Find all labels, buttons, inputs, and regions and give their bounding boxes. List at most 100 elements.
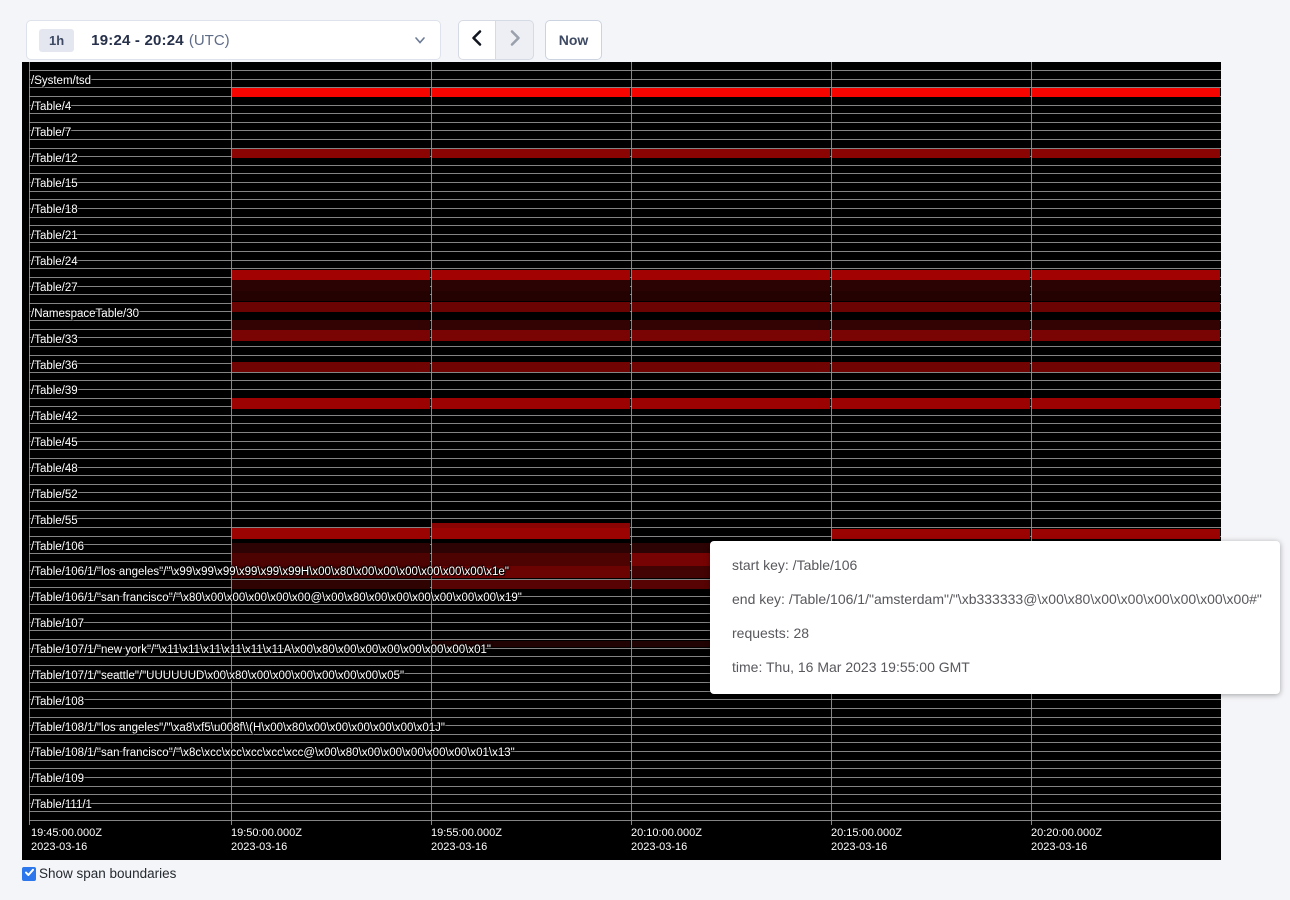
heat-band[interactable]	[832, 291, 1030, 301]
row-label: /Table/108	[31, 696, 84, 709]
span-boundary-line	[29, 113, 1221, 114]
heat-band[interactable]	[232, 580, 430, 589]
show-span-boundaries-control[interactable]: Show span boundaries	[22, 866, 176, 881]
span-boundary-line	[29, 475, 1221, 476]
heat-band[interactable]	[632, 149, 830, 158]
span-boundary-line	[29, 199, 1221, 200]
span-boundary-line	[29, 191, 1221, 192]
heat-band[interactable]	[432, 580, 630, 589]
heat-band[interactable]	[232, 528, 430, 539]
heat-band[interactable]	[1032, 291, 1220, 301]
heat-band[interactable]	[432, 528, 630, 539]
heat-band[interactable]	[832, 88, 1030, 97]
heat-band[interactable]	[432, 330, 630, 341]
heat-band[interactable]	[432, 149, 630, 158]
heat-band[interactable]	[1032, 149, 1220, 158]
row-label: /Table/12	[31, 153, 78, 166]
heat-band[interactable]	[232, 291, 430, 301]
heat-band[interactable]	[832, 270, 1030, 280]
heat-band[interactable]	[232, 398, 430, 409]
heat-band[interactable]	[432, 398, 630, 409]
heat-band[interactable]	[1032, 330, 1220, 341]
heat-band[interactable]	[632, 270, 830, 280]
row-label: /Table/18	[31, 204, 78, 217]
heat-band[interactable]	[1032, 398, 1220, 409]
row-label: /Table/111/1	[31, 799, 92, 812]
tooltip-end-key: end key: /Table/106/1/"amsterdam"/"\xb33…	[732, 582, 1280, 616]
heat-band[interactable]	[432, 291, 630, 301]
span-boundary-line	[29, 260, 1221, 261]
heat-band[interactable]	[232, 149, 430, 158]
span-boundary-line	[29, 234, 1221, 235]
span-boundary-line	[29, 820, 1221, 821]
heat-band[interactable]	[632, 330, 830, 341]
time-gridline	[631, 62, 632, 825]
row-label: /Table/7	[31, 127, 71, 140]
heat-band[interactable]	[832, 362, 1030, 372]
heat-band[interactable]	[1032, 270, 1220, 280]
span-tooltip: start key: /Table/106 end key: /Table/10…	[710, 541, 1280, 694]
heat-band[interactable]	[632, 398, 830, 409]
heat-band[interactable]	[432, 88, 630, 97]
heat-band[interactable]	[832, 149, 1030, 158]
heat-band[interactable]	[232, 362, 430, 372]
heat-band[interactable]	[232, 270, 430, 280]
span-boundary-line	[29, 484, 1221, 485]
now-button[interactable]: Now	[545, 20, 602, 60]
heat-band[interactable]	[832, 330, 1030, 341]
heat-band[interactable]	[432, 302, 630, 312]
heat-band[interactable]	[632, 280, 830, 291]
span-boundary-line	[29, 708, 1221, 709]
heat-band[interactable]	[632, 291, 830, 301]
previous-interval-button[interactable]	[458, 20, 496, 60]
heat-band[interactable]	[232, 280, 430, 291]
heat-band[interactable]	[632, 320, 830, 330]
heat-band[interactable]	[1032, 362, 1220, 372]
time-range-select[interactable]: 1h 19:24 - 20:24 (UTC)	[26, 20, 441, 60]
heat-band[interactable]	[632, 362, 830, 372]
heat-band[interactable]	[1032, 320, 1220, 330]
row-label: /Table/24	[31, 256, 78, 269]
heat-band[interactable]	[832, 398, 1030, 409]
chevron-down-icon	[413, 33, 427, 47]
heat-band[interactable]	[432, 543, 630, 553]
heat-band[interactable]	[1032, 529, 1220, 539]
time-gridline	[431, 62, 432, 825]
heat-band[interactable]	[232, 302, 430, 312]
span-boundary-line	[29, 768, 1221, 769]
next-interval-button[interactable]	[496, 20, 534, 60]
heat-band[interactable]	[832, 320, 1030, 330]
heat-band[interactable]	[832, 280, 1030, 291]
span-boundary-line	[29, 777, 1221, 778]
heat-band[interactable]	[632, 302, 830, 312]
heat-band[interactable]	[432, 553, 630, 566]
heat-band[interactable]	[832, 529, 1030, 539]
heat-band[interactable]	[232, 543, 430, 553]
heat-band[interactable]	[432, 270, 630, 280]
tooltip-requests: requests: 28	[732, 616, 1280, 650]
heat-band[interactable]	[1032, 88, 1220, 97]
heat-band[interactable]	[1032, 280, 1220, 291]
heatmap-canvas[interactable]: /System/tsd/Table/4/Table/7/Table/12/Tab…	[22, 62, 1221, 860]
row-label: /Table/109	[31, 773, 84, 786]
show-span-boundaries-checkbox[interactable]	[22, 867, 36, 881]
row-label: /Table/107/1/"new york"/"\x11\x11\x11\x1…	[31, 644, 491, 657]
time-range-preset-badge: 1h	[39, 29, 74, 52]
heat-band[interactable]	[432, 320, 630, 330]
heat-band[interactable]	[432, 362, 630, 372]
heat-band[interactable]	[232, 330, 430, 341]
row-label: /NamespaceTable/30	[31, 308, 139, 321]
heat-band[interactable]	[1032, 302, 1220, 312]
span-boundary-line	[29, 182, 1221, 183]
span-boundary-line	[29, 501, 1221, 502]
row-label: /Table/27	[31, 282, 78, 295]
span-boundary-line	[29, 803, 1221, 804]
span-boundary-line	[29, 70, 1221, 71]
heat-band[interactable]	[232, 88, 430, 97]
heat-band[interactable]	[832, 302, 1030, 312]
heat-band[interactable]	[632, 88, 830, 97]
heat-band[interactable]	[232, 320, 430, 330]
heat-band[interactable]	[232, 553, 430, 566]
span-boundary-line	[29, 130, 1221, 131]
heat-band[interactable]	[432, 280, 630, 291]
